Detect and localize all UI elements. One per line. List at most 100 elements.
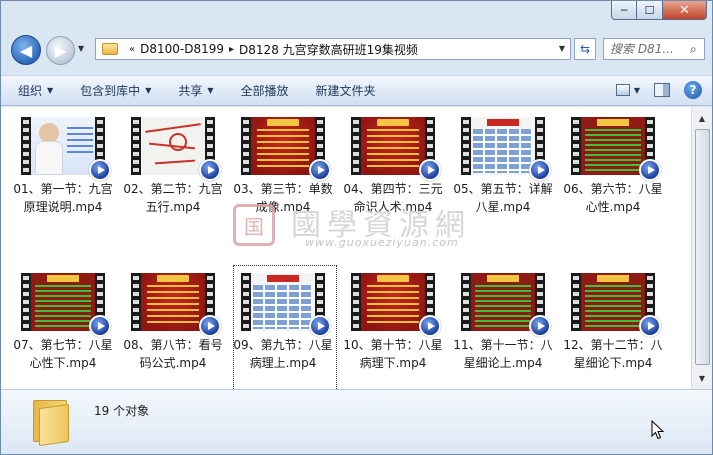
folder-icon	[102, 43, 118, 55]
file-name[interactable]: 04、第四节：三元命识人术.mp4	[339, 180, 447, 216]
media-player-icon	[419, 315, 441, 337]
film-strip	[461, 117, 471, 175]
breadcrumb-item[interactable]: D8128 九宫穿数高研班19集视频	[239, 41, 418, 58]
maximize-icon: ☐	[644, 3, 655, 17]
media-player-icon	[89, 159, 111, 181]
thumbnail-frame	[471, 117, 535, 175]
file-list[interactable]: 01、第一节：九宫原理说明.mp4 02、第二节：九宫五行.mp4 03、第三节：单…	[1, 107, 691, 389]
address-bar[interactable]: « D8100-D8199 ▸ D8128 九宫穿数高研班19集视频 ▼	[95, 38, 571, 60]
thumbnail-frame	[141, 273, 205, 331]
thumbnail-frame	[31, 273, 95, 331]
media-player-icon	[639, 315, 661, 337]
view-icon[interactable]	[615, 84, 630, 96]
file-name[interactable]: 11、第十一节：八星细论上.mp4	[449, 336, 557, 372]
thumbnail-frame	[251, 117, 315, 175]
search-input[interactable]	[610, 42, 688, 56]
film-strip	[131, 117, 141, 175]
refresh-icon: ⇆	[579, 42, 591, 56]
view-dropdown-icon[interactable]: ▼	[634, 86, 640, 95]
thumbnail-frame	[31, 117, 95, 175]
scroll-up-icon[interactable]: ▲	[694, 110, 710, 126]
file-name[interactable]: 03、第三节：单数成像.mp4	[229, 180, 337, 216]
media-player-icon	[199, 159, 221, 181]
video-thumbnail[interactable]	[131, 273, 221, 337]
command-bar: 组织 ▼ 包含到库中 ▼ 共享 ▼ 全部播放 新建文件夹 ▼ ?	[1, 75, 712, 106]
close-button[interactable]: ✕	[663, 1, 707, 20]
film-strip	[241, 273, 251, 331]
chevron-down-icon: ▼	[207, 86, 214, 95]
refresh-button[interactable]: ⇆	[574, 38, 596, 60]
file-name[interactable]: 09、第九节：八星病理上.mp4	[229, 336, 337, 372]
minimize-button[interactable]: ─	[611, 1, 637, 20]
film-strip	[131, 273, 141, 331]
thumbnail-frame	[581, 273, 645, 331]
minimize-icon: ─	[620, 3, 628, 17]
file-name[interactable]: 08、第八节：看号码公式.mp4	[119, 336, 227, 372]
film-strip	[461, 273, 471, 331]
file-name[interactable]: 06、第六节：八星心性.mp4	[559, 180, 667, 216]
file-name[interactable]: 07、第七节：八星心性下.mp4	[9, 336, 117, 372]
video-thumbnail[interactable]	[131, 117, 221, 181]
film-strip	[21, 273, 31, 331]
mouse-cursor-icon	[651, 420, 665, 440]
breadcrumb-overflow[interactable]: «	[129, 44, 135, 55]
address-dropdown-icon[interactable]: ▼	[559, 44, 565, 53]
thumbnail-frame	[581, 117, 645, 175]
toolbar-right: ▼ ?	[615, 81, 702, 99]
video-thumbnail[interactable]	[21, 117, 111, 181]
film-strip	[21, 117, 31, 175]
back-button[interactable]: ◀	[11, 35, 41, 65]
video-thumbnail[interactable]	[461, 273, 551, 337]
organize-menu[interactable]: 组织 ▼	[18, 82, 53, 99]
new-folder-button[interactable]: 新建文件夹	[316, 82, 376, 99]
media-player-icon	[89, 315, 111, 337]
share-menu[interactable]: 共享 ▼	[178, 82, 213, 99]
arrow-right-icon: ▶	[54, 41, 67, 60]
film-strip	[571, 273, 581, 331]
thumbnail-frame	[361, 273, 425, 331]
video-thumbnail[interactable]	[241, 273, 331, 337]
thumbnail-frame	[141, 117, 205, 175]
chevron-down-icon: ▼	[47, 86, 54, 95]
file-name[interactable]: 02、第二节：九宫五行.mp4	[119, 180, 227, 216]
media-player-icon	[309, 315, 331, 337]
folder-icon	[31, 400, 71, 447]
close-icon: ✕	[679, 2, 690, 18]
media-player-icon	[309, 159, 331, 181]
search-box[interactable]: ⌕	[603, 38, 705, 60]
maximize-button[interactable]: ☐	[637, 1, 663, 20]
file-name[interactable]: 05、第五节：详解八星.mp4	[449, 180, 557, 216]
film-strip	[571, 117, 581, 175]
file-name[interactable]: 10、第十节：八星病理下.mp4	[339, 336, 447, 372]
film-strip	[241, 117, 251, 175]
vertical-scrollbar[interactable]: ▲ ▼	[691, 107, 712, 389]
video-thumbnail[interactable]	[461, 117, 551, 181]
play-all-button[interactable]: 全部播放	[241, 82, 289, 99]
scroll-down-icon[interactable]: ▼	[694, 370, 710, 386]
video-thumbnail[interactable]	[241, 117, 331, 181]
forward-button[interactable]: ▶	[46, 36, 75, 65]
breadcrumb-separator-icon[interactable]: ▸	[229, 44, 234, 55]
arrow-left-icon: ◀	[19, 40, 33, 60]
recent-pages-dropdown[interactable]: ▼	[78, 44, 84, 53]
chevron-down-icon: ▼	[145, 86, 152, 95]
media-player-icon	[419, 159, 441, 181]
video-thumbnail[interactable]	[571, 273, 661, 337]
file-name[interactable]: 12、第十二节：八星细论下.mp4	[559, 336, 667, 372]
film-strip	[351, 273, 361, 331]
video-thumbnail[interactable]	[351, 273, 441, 337]
include-in-library-menu[interactable]: 包含到库中 ▼	[80, 82, 151, 99]
file-name[interactable]: 01、第一节：九宫原理说明.mp4	[9, 180, 117, 216]
media-player-icon	[639, 159, 661, 181]
breadcrumb-item[interactable]: D8100-D8199	[140, 42, 224, 56]
thumbnail-frame	[251, 273, 315, 331]
help-icon[interactable]: ?	[684, 81, 702, 99]
video-thumbnail[interactable]	[571, 117, 661, 181]
preview-pane-icon[interactable]	[654, 83, 670, 97]
media-player-icon	[199, 315, 221, 337]
video-thumbnail[interactable]	[351, 117, 441, 181]
video-thumbnail[interactable]	[21, 273, 111, 337]
search-icon[interactable]: ⌕	[690, 42, 697, 57]
scrollbar-thumb[interactable]	[695, 129, 710, 365]
media-player-icon	[529, 159, 551, 181]
